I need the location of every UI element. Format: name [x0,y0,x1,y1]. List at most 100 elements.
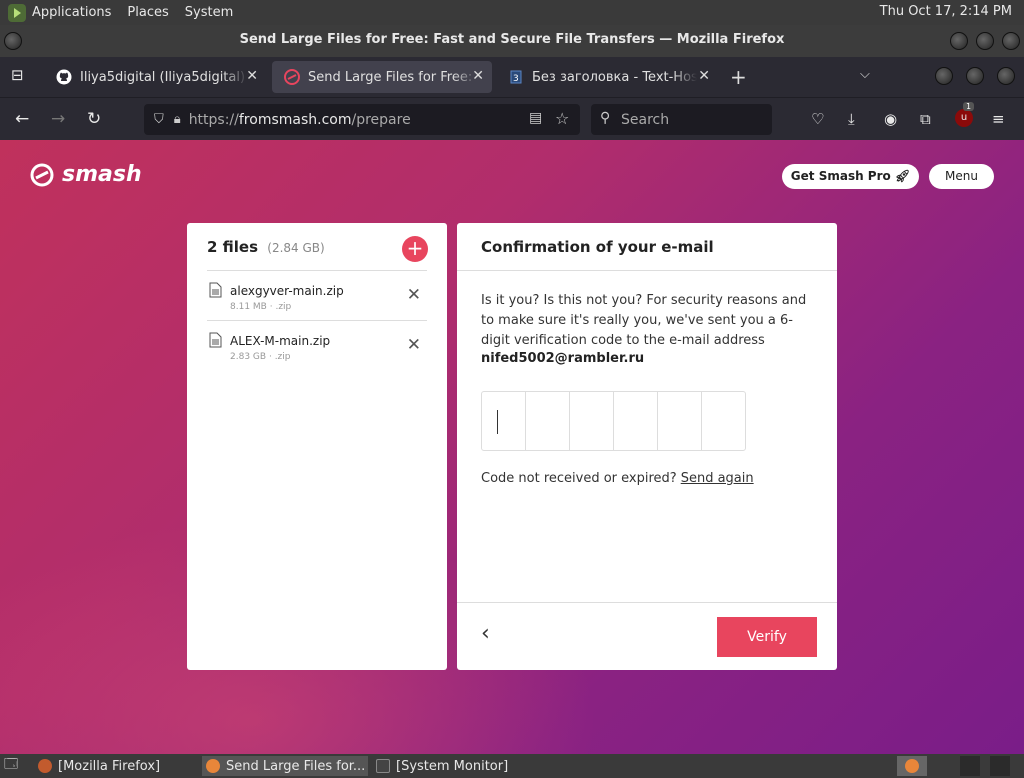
search-icon: ⚲ [600,110,611,126]
workspace-switcher[interactable] [990,756,1010,776]
file-meta: 8.11 MB · .zip [230,302,292,312]
get-smash-pro-button[interactable]: Get Smash Pro 🚀︎ [782,164,919,189]
brand-name: smash [62,162,142,187]
firefox-icon [38,759,52,773]
email-confirmation-panel: Confirmation of your e-mail Is it you? I… [457,223,837,670]
smash-logo-icon [30,163,54,186]
file-icon [209,282,222,298]
account-icon[interactable]: ◉ [884,110,897,128]
close-window-button[interactable] [1002,32,1020,50]
shield-icon[interactable]: ⛉ [154,112,164,127]
smash-logo[interactable]: smash [30,162,142,187]
file-name: ALEX-M-main.zip [230,334,331,348]
window-title: Send Large Files for Free: Fast and Secu… [239,32,785,47]
navigation-toolbar: ← → ↻ ⛉ 🔒︎ https://fromsmash.com/prepare… [0,97,1024,140]
extension-badge: 1 [963,102,975,111]
taskbar-item[interactable]: [Mozilla Firefox] [34,756,196,776]
document-favicon-icon: 3 [508,69,524,85]
tab-bar: ⊟ Iliya5digital (Iliya5digital) / R ✕ Se… [0,57,1024,97]
hamburger-menu-icon[interactable]: ≡ [992,110,1005,128]
new-tab-button[interactable]: + [730,65,747,89]
downloads-icon[interactable]: ⤓ [848,110,855,128]
firefox-view-icon[interactable]: ⊟ [11,66,24,84]
github-icon [56,69,72,85]
url-prefix: https:// [188,111,239,128]
window-menu-icon[interactable] [4,32,22,50]
back-chevron-icon[interactable]: ‹ [481,621,490,646]
search-bar[interactable]: ⚲ Search [591,104,772,135]
minimize-window-button[interactable] [950,32,968,50]
close-tab-icon[interactable]: ✕ [246,68,258,84]
clock[interactable]: Thu Oct 17, 2:14 PM [880,4,1012,19]
maximize-window-button[interactable] [976,32,994,50]
system-menu[interactable]: System [185,5,233,20]
url-host: fromsmash.com [238,111,352,128]
workspace-switcher[interactable] [960,756,980,776]
reload-icon[interactable]: ↻ [87,109,101,129]
system-menu-logo-icon[interactable] [8,3,26,22]
window-control-icon[interactable] [935,67,953,85]
add-files-button[interactable]: + [402,236,428,262]
ublock-icon[interactable]: u [955,109,973,127]
code-digit-input[interactable] [658,392,702,450]
code-digit-input[interactable] [702,392,745,450]
workspace-firefox-icon[interactable] [897,756,927,776]
tab-title: Send Large Files for Free: Fa [308,69,478,85]
lock-icon[interactable]: 🔒︎ [174,112,181,127]
pocket-icon[interactable]: ♡ [811,110,824,128]
url-bar[interactable]: ⛉ 🔒︎ https://fromsmash.com/prepare ▤ ☆ [144,104,580,135]
close-tab-icon[interactable]: ✕ [698,68,710,84]
reader-view-icon[interactable]: ▤ [529,110,542,126]
bookmark-star-icon[interactable]: ☆ [555,109,569,128]
remove-file-icon[interactable]: ✕ [407,335,421,355]
tab-text-host[interactable]: 3 Без заголовка - Text-Host ✕ [496,61,718,93]
smash-favicon-icon [284,69,300,85]
file-list-item: alexgyver-main.zip 8.11 MB · .zip ✕ [207,270,427,320]
file-list-item: ALEX-M-main.zip 2.83 GB · .zip ✕ [207,320,427,370]
verification-code-input[interactable] [481,391,746,451]
tab-title: Iliya5digital (Iliya5digital) / R [80,69,248,85]
back-arrow-icon[interactable]: ← [15,109,29,129]
firefox-icon [206,759,220,773]
places-menu[interactable]: Places [127,5,168,20]
tab-github[interactable]: Iliya5digital (Iliya5digital) / R ✕ [44,61,266,93]
extensions-icon[interactable]: ⧉ [920,110,931,128]
system-taskbar: 🗔︎ [Mozilla Firefox] Send Large Files fo… [0,754,1024,778]
code-digit-input[interactable] [614,392,658,450]
window-control-icon[interactable] [966,67,984,85]
list-all-tabs-icon[interactable]: ⌵ [860,67,870,82]
window-titlebar: Send Large Files for Free: Fast and Secu… [0,25,1024,57]
files-panel: 2 files (2.84 GB) + alexgyver-main.zip 8… [187,223,447,670]
confirmation-title: Confirmation of your e-mail [481,238,714,256]
search-placeholder: Search [621,111,670,128]
tab-title: Без заголовка - Text-Host [532,69,697,85]
svg-text:3: 3 [513,74,519,84]
system-top-panel: Applications Places System Thu Oct 17, 2… [0,0,1024,25]
resend-line: Code not received or expired? Send again [481,471,754,486]
send-again-link[interactable]: Send again [681,471,754,486]
file-icon [209,332,222,348]
rocket-icon: 🚀︎ [894,169,911,183]
file-name: alexgyver-main.zip [230,284,344,298]
taskbar-item[interactable]: [System Monitor] [372,756,522,776]
verify-button[interactable]: Verify [717,617,817,657]
window-control-icon[interactable] [997,67,1015,85]
code-digit-input[interactable] [482,392,526,450]
close-tab-icon[interactable]: ✕ [472,68,484,84]
confirmation-email: nifed5002@rambler.ru [481,351,645,366]
taskbar-item[interactable]: Send Large Files for... [202,756,368,776]
system-monitor-icon [376,759,390,773]
show-desktop-icon[interactable]: 🗔︎ [4,756,26,776]
menu-button[interactable]: Menu [929,164,994,189]
forward-arrow-icon[interactable]: → [51,109,65,129]
files-total-size: (2.84 GB) [267,241,325,255]
remove-file-icon[interactable]: ✕ [407,285,421,305]
file-meta: 2.83 GB · .zip [230,352,291,362]
applications-menu[interactable]: Applications [32,5,111,20]
resend-prompt: Code not received or expired? [481,471,677,486]
tab-smash[interactable]: Send Large Files for Free: Fa ✕ [272,61,492,93]
code-digit-input[interactable] [570,392,614,450]
divider [457,270,837,271]
code-digit-input[interactable] [526,392,570,450]
divider [457,602,837,603]
